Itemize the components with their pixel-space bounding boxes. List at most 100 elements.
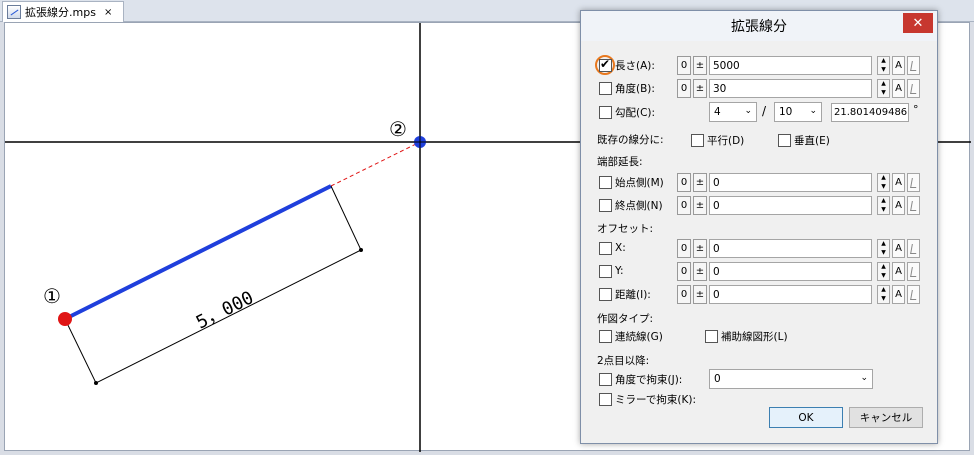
- offset-distance-spinner[interactable]: ▲ ▼: [877, 285, 890, 304]
- chevron-down-icon: ⌄: [860, 373, 868, 383]
- mirror-constraint-option: ミラーで拘束(K):: [599, 389, 696, 409]
- extend-start-plusminus-button[interactable]: ±: [693, 173, 707, 192]
- offset-distance-a-button[interactable]: A: [892, 285, 905, 304]
- offset-y-row: Y:: [599, 261, 624, 281]
- tab-close-icon[interactable]: ×: [104, 7, 112, 18]
- preview-dashed-line: [330, 142, 419, 187]
- offset-distance-pick-icon[interactable]: [907, 285, 920, 304]
- angle-constraint-checkbox[interactable]: [599, 372, 612, 386]
- start-point-marker[interactable]: [58, 312, 72, 326]
- angle-row: 角度(B):: [599, 78, 655, 98]
- angle-constraint-option: 角度で拘束(J):: [599, 369, 682, 389]
- slope-denominator-value: 10: [779, 106, 793, 118]
- ok-button[interactable]: OK: [769, 407, 843, 428]
- offset-x-input[interactable]: 0: [709, 239, 872, 258]
- offset-y-label: Y:: [615, 265, 624, 277]
- offset-y-plusminus-button[interactable]: ±: [693, 262, 707, 281]
- slope-checkbox[interactable]: [599, 105, 612, 119]
- length-input[interactable]: 5000: [709, 56, 872, 75]
- parallel-checkbox[interactable]: [691, 133, 704, 147]
- extend-end-pick-icon[interactable]: [907, 196, 920, 215]
- extend-end-input[interactable]: 0: [709, 196, 872, 215]
- close-icon[interactable]: ✕: [903, 13, 933, 33]
- angle-input[interactable]: 30: [709, 79, 872, 98]
- extend-start-pick-icon[interactable]: [907, 173, 920, 192]
- offset-y-checkbox[interactable]: [599, 264, 612, 278]
- offset-y-pick-icon[interactable]: [907, 262, 920, 281]
- extend-end-label: 終点側(N): [615, 199, 663, 212]
- extend-end-zero-button[interactable]: 0: [677, 196, 691, 215]
- mirror-constraint-checkbox[interactable]: [599, 392, 612, 406]
- aux-shape-checkbox[interactable]: [705, 329, 718, 343]
- offset-y-spinner[interactable]: ▲ ▼: [877, 262, 890, 281]
- degree-symbol: °: [913, 103, 919, 116]
- offset-distance-zero-button[interactable]: 0: [677, 285, 691, 304]
- continuous-option: 連続線(G): [599, 326, 663, 346]
- extend-start-checkbox[interactable]: [599, 175, 612, 189]
- length-zero-button[interactable]: 0: [677, 56, 691, 75]
- slope-numerator-select[interactable]: 4 ⌄: [709, 102, 757, 122]
- aux-shape-option: 補助線図形(L): [705, 326, 788, 346]
- offset-y-a-button[interactable]: A: [892, 262, 905, 281]
- extend-start-input[interactable]: 0: [709, 173, 872, 192]
- length-row: 長さ(A):: [599, 55, 655, 75]
- chevron-down-icon: ⌄: [744, 106, 752, 116]
- extend-end-checkbox[interactable]: [599, 198, 612, 212]
- offset-x-row: X:: [599, 238, 626, 258]
- slope-label: 勾配(C):: [615, 106, 656, 119]
- tab-title: 拡張線分.mps: [25, 6, 96, 19]
- offset-x-checkbox[interactable]: [599, 241, 612, 255]
- offset-y-zero-button[interactable]: 0: [677, 262, 691, 281]
- angle-spinner[interactable]: ▲ ▼: [877, 79, 890, 98]
- offset-x-plusminus-button[interactable]: ±: [693, 239, 707, 258]
- angle-a-button[interactable]: A: [892, 79, 905, 98]
- perpendicular-label: 垂直(E): [794, 134, 830, 147]
- angle-plusminus-button[interactable]: ±: [693, 79, 707, 98]
- end-point-marker[interactable]: [411, 133, 429, 151]
- slope-numerator-value: 4: [714, 106, 721, 118]
- dimension-point: [94, 381, 98, 385]
- offset-distance-checkbox[interactable]: [599, 287, 612, 301]
- cancel-button[interactable]: キャンセル: [849, 407, 923, 428]
- angle-zero-button[interactable]: 0: [677, 79, 691, 98]
- document-icon: [7, 5, 21, 19]
- length-a-button[interactable]: A: [892, 56, 905, 75]
- extend-start-label: 始点側(M): [615, 176, 664, 189]
- extend-heading: 端部延長:: [597, 156, 643, 168]
- extend-end-row: 終点側(N): [599, 195, 663, 215]
- extended-line-segment[interactable]: [64, 184, 332, 321]
- slope-row: 勾配(C):: [599, 102, 655, 122]
- continuous-checkbox[interactable]: [599, 329, 612, 343]
- angle-pick-icon[interactable]: [907, 79, 920, 98]
- perpendicular-checkbox[interactable]: [778, 133, 791, 147]
- perpendicular-option: 垂直(E): [778, 130, 830, 150]
- angle-checkbox[interactable]: [599, 81, 612, 95]
- document-tab[interactable]: 拡張線分.mps ×: [2, 1, 124, 22]
- length-spinner[interactable]: ▲ ▼: [877, 56, 890, 75]
- aux-shape-label: 補助線図形(L): [721, 330, 788, 343]
- offset-x-pick-icon[interactable]: [907, 239, 920, 258]
- dialog-title: 拡張線分: [581, 11, 937, 41]
- length-pick-icon[interactable]: [907, 56, 920, 75]
- extend-end-spinner[interactable]: ▲ ▼: [877, 196, 890, 215]
- offset-distance-input[interactable]: 0: [709, 285, 872, 304]
- offset-x-spinner[interactable]: ▲ ▼: [877, 239, 890, 258]
- extend-start-a-button[interactable]: A: [892, 173, 905, 192]
- extend-end-a-button[interactable]: A: [892, 196, 905, 215]
- dimension-point: [359, 248, 363, 252]
- offset-x-zero-button[interactable]: 0: [677, 239, 691, 258]
- length-plusminus-button[interactable]: ±: [693, 56, 707, 75]
- slope-denominator-select[interactable]: 10 ⌄: [774, 102, 822, 122]
- chevron-down-icon: ⌄: [809, 106, 817, 116]
- marker-2-label: ②: [389, 117, 407, 141]
- extend-start-spinner[interactable]: ▲ ▼: [877, 173, 890, 192]
- extend-end-plusminus-button[interactable]: ±: [693, 196, 707, 215]
- dimension-label: 5，000: [193, 287, 257, 333]
- offset-x-a-button[interactable]: A: [892, 239, 905, 258]
- extend-start-zero-button[interactable]: 0: [677, 173, 691, 192]
- offset-x-label: X:: [615, 242, 626, 254]
- length-checkbox[interactable]: [599, 57, 612, 72]
- angle-constraint-select[interactable]: 0 ⌄: [709, 369, 873, 389]
- offset-y-input[interactable]: 0: [709, 262, 872, 281]
- offset-distance-plusminus-button[interactable]: ±: [693, 285, 707, 304]
